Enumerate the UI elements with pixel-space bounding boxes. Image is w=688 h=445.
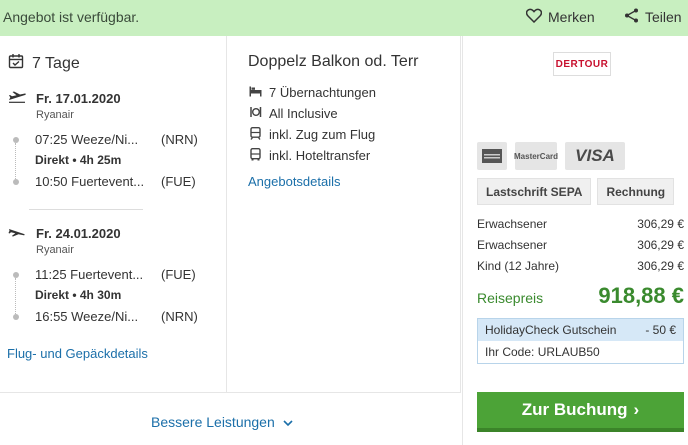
outbound-arrival: 10:50 Fuertevent... (FUE)	[13, 171, 196, 192]
offer-details-link[interactable]: Angebotsdetails	[248, 174, 341, 189]
hotel-features: 7 Übernachtungen All Inclusive inkl. Zug…	[248, 82, 376, 166]
book-button-label: Zur Buchung	[521, 400, 628, 419]
total-label: Reisepreis	[477, 290, 544, 306]
accepted-cards: MasterCard VISA	[477, 142, 625, 170]
better-services-button[interactable]: Bessere Leistungen	[151, 414, 293, 430]
voucher-name: HolidayCheck Gutschein	[485, 323, 617, 337]
total-price: Reisepreis 918,88 €	[477, 283, 684, 309]
mastercard-icon: MasterCard	[514, 142, 558, 170]
train-icon	[248, 126, 262, 143]
amex-card-icon	[477, 142, 507, 170]
outbound-airline: Ryanair	[36, 109, 74, 121]
voucher-code: Ihr Code: URLAUB50	[485, 345, 600, 359]
outbound-flight: Fr. 17.01.2020 Ryanair 07:25 Weeze/Ni...…	[8, 91, 198, 192]
inbound-direct: Direkt • 4h 30m	[35, 288, 122, 302]
feature-board: All Inclusive	[248, 103, 376, 124]
payment-methods: Lastschrift SEPA Rechnung	[477, 178, 675, 205]
price-column: DERTOUR MasterCard VISA Lastschrift SEPA…	[462, 36, 688, 445]
flight-column: 7 Tage Fr. 17.01.2020 Ryanair 07:25 Weez…	[0, 36, 227, 392]
price-row: Erwachsener 306,29 €	[477, 238, 684, 252]
feature-nights: 7 Übernachtungen	[248, 82, 376, 103]
plane-departure-icon	[8, 91, 26, 106]
payment-sepa: Lastschrift SEPA	[477, 178, 592, 205]
bed-icon	[248, 86, 262, 100]
flight-divider	[29, 209, 143, 210]
price-row: Kind (12 Jahre) 306,29 €	[477, 259, 684, 273]
outbound-date: Fr. 17.01.2020	[36, 91, 121, 106]
chevron-down-icon	[283, 414, 293, 430]
outbound-direct: Direkt • 4h 25m	[35, 153, 122, 167]
room-type: Doppelz Balkon od. Terr	[248, 53, 419, 70]
chevron-right-icon: ›	[633, 400, 640, 419]
inbound-flight: Fr. 24.01.2020 Ryanair 11:25 Fuertevent.…	[8, 226, 198, 327]
save-label: Merken	[548, 9, 595, 25]
book-button[interactable]: Zur Buchung ›	[477, 392, 684, 432]
price-row: Erwachsener 306,29 €	[477, 217, 684, 231]
flight-baggage-details-link[interactable]: Flug- und Gepäckdetails	[7, 346, 148, 361]
share-label: Teilen	[645, 9, 682, 25]
duration-label: 7 Tage	[32, 54, 80, 72]
plane-arrival-icon	[8, 226, 26, 241]
inbound-date: Fr. 24.01.2020	[36, 226, 121, 241]
voucher-discount: - 50 €	[645, 323, 676, 337]
inbound-arrival: 16:55 Weeze/Ni... (NRN)	[13, 306, 198, 327]
heart-icon	[525, 8, 543, 26]
bus-icon	[248, 147, 262, 164]
save-button[interactable]: Merken	[525, 8, 595, 26]
footer-bar: Bessere Leistungen	[0, 392, 461, 445]
better-services-label: Bessere Leistungen	[151, 414, 275, 430]
availability-text: Angebot ist verfügbar.	[3, 9, 140, 25]
feature-transfer: inkl. Hoteltransfer	[248, 145, 376, 166]
voucher-box: HolidayCheck Gutschein - 50 € Ihr Code: …	[477, 318, 684, 364]
price-breakdown: Erwachsener 306,29 € Erwachsener 306,29 € …	[477, 214, 684, 309]
offer-card: Angebot ist verfügbar. Merken Teilen 7 T…	[0, 0, 688, 445]
outbound-departure: 07:25 Weeze/Ni... (NRN)	[13, 129, 198, 150]
total-amount: 918,88 €	[598, 283, 684, 308]
payment-invoice: Rechnung	[597, 178, 675, 205]
cutlery-icon	[248, 106, 262, 121]
trip-duration: 7 Tage	[8, 53, 80, 74]
feature-train: inkl. Zug zum Flug	[248, 124, 376, 145]
dertour-logo: DERTOUR	[553, 52, 611, 76]
share-button[interactable]: Teilen	[624, 8, 682, 26]
calendar-icon	[8, 53, 24, 74]
inbound-departure: 11:25 Fuertevent... (FUE)	[13, 264, 196, 285]
inbound-airline: Ryanair	[36, 244, 74, 256]
hotel-column: Doppelz Balkon od. Terr 7 Übernachtungen…	[228, 36, 461, 392]
visa-icon: VISA	[565, 142, 625, 170]
availability-banner: Angebot ist verfügbar. Merken Teilen	[0, 0, 688, 36]
share-icon	[624, 8, 639, 26]
